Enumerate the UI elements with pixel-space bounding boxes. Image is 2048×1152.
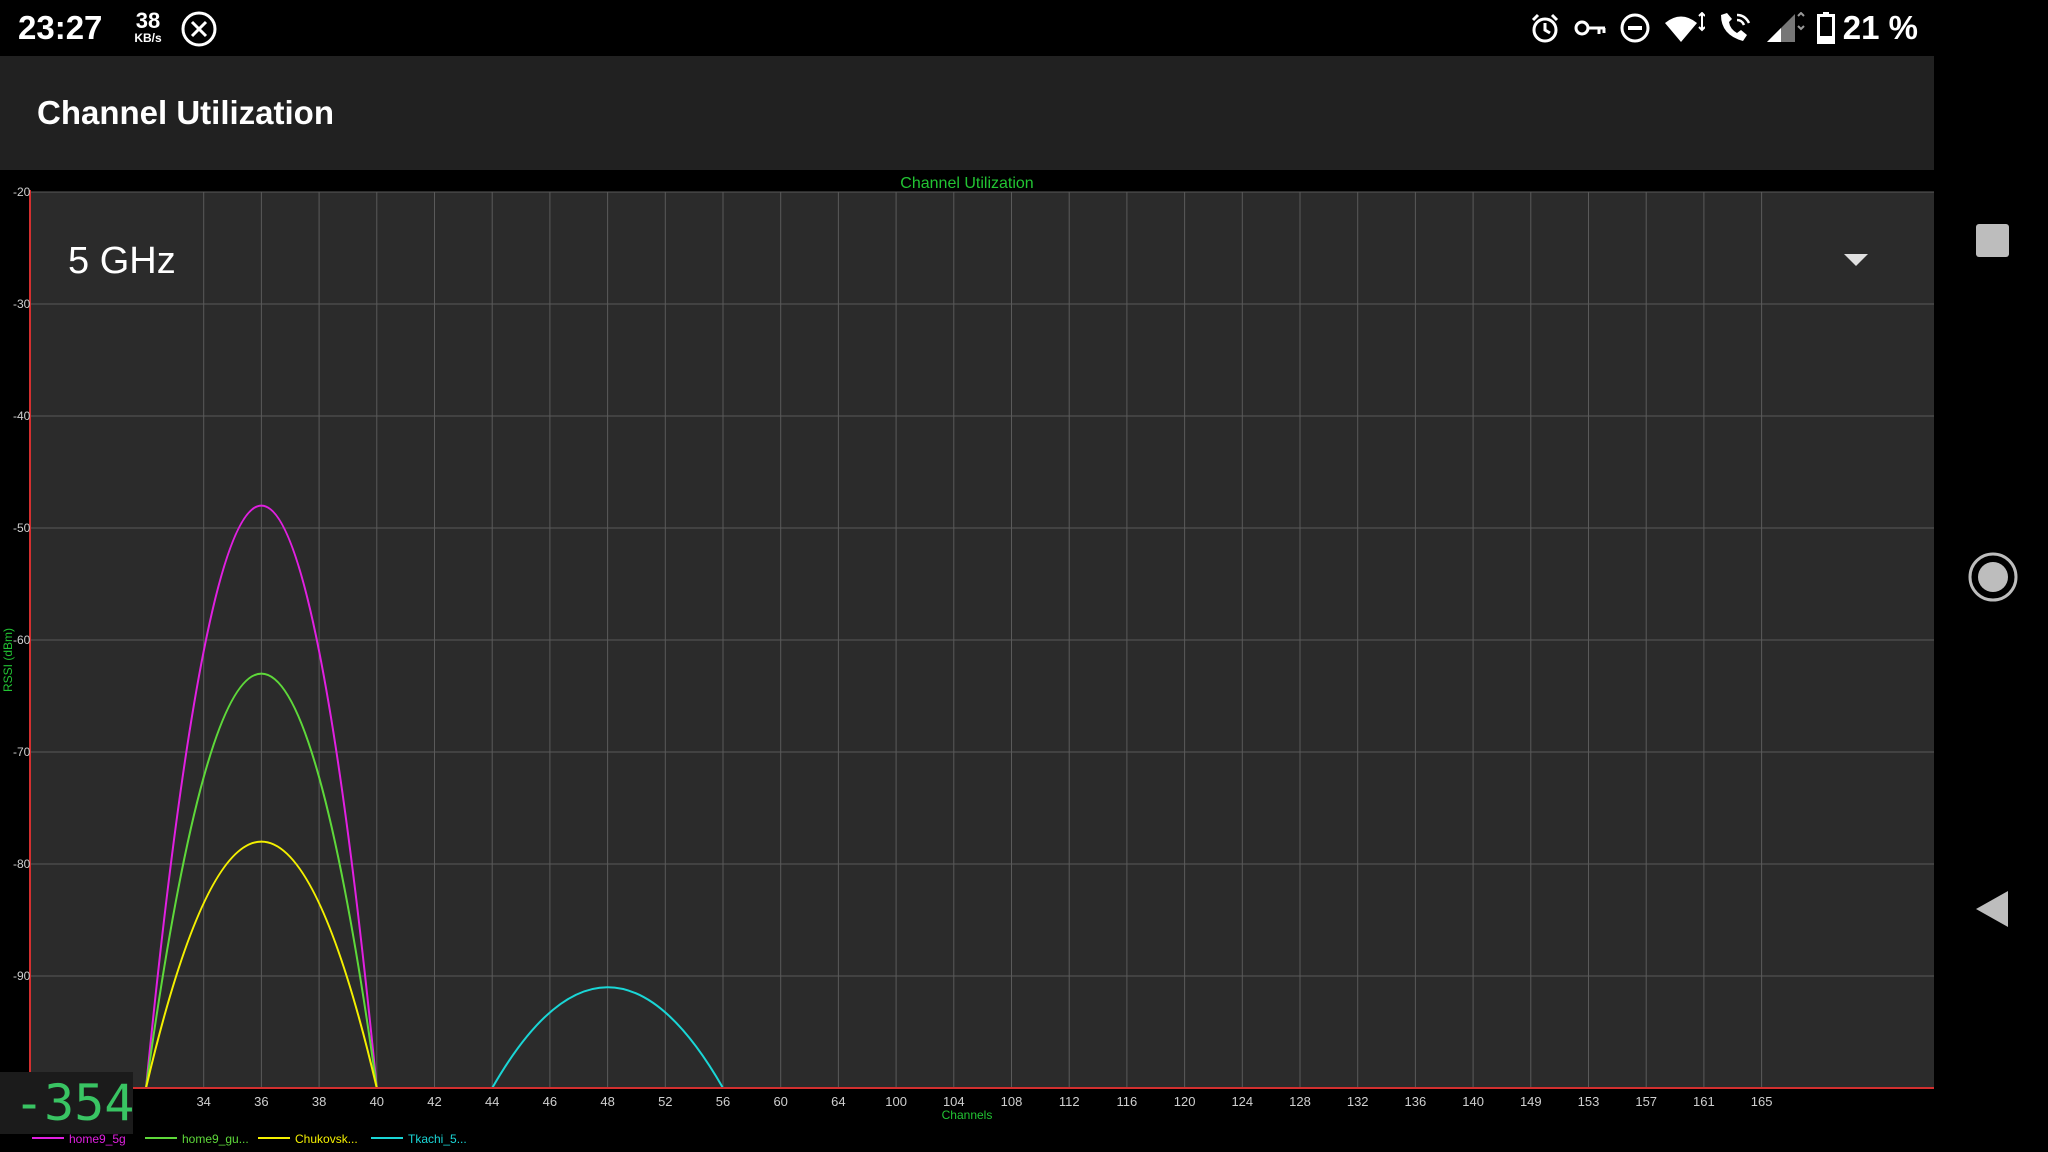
x-tick-label: 40 [370,1094,384,1109]
alarm-icon [1529,12,1561,44]
dropdown-arrow-icon[interactable] [1844,254,1868,273]
live-counter: -354 [14,1074,135,1132]
legend-label: Tkachi_5... [408,1132,467,1146]
page-title: Channel Utilization [37,94,334,131]
recents-square-icon[interactable] [1976,224,2009,257]
x-tick-label: 132 [1347,1094,1369,1109]
x-tick-label: 140 [1462,1094,1484,1109]
network-speed-unit: KB/s [134,31,162,45]
x-tick-label: 38 [312,1094,326,1109]
x-tick-label: 153 [1578,1094,1600,1109]
x-tick-label: 46 [543,1094,557,1109]
y-tick-label: -20 [13,185,31,199]
x-tick-label: 108 [1001,1094,1023,1109]
x-tick-label: 34 [196,1094,210,1109]
x-tick-label: 60 [773,1094,787,1109]
legend-label: home9_5g [69,1132,126,1146]
x-tick-label: 149 [1520,1094,1542,1109]
x-tick-label: 42 [427,1094,441,1109]
y-tick-label: -90 [13,969,31,983]
wifi-icon [1663,12,1705,44]
navigation-bar [1934,0,2048,1152]
x-tick-label: 157 [1635,1094,1657,1109]
x-tick-label: 104 [943,1094,965,1109]
cell-signal-icon [1765,12,1805,44]
x-tick-label: 100 [885,1094,907,1109]
y-tick-label: -40 [13,409,31,423]
x-tick-label: 48 [600,1094,614,1109]
y-tick-label: -60 [13,633,31,647]
y-tick-label: -50 [13,521,31,535]
x-tick-label: 124 [1231,1094,1253,1109]
channel-graph: -20-30-40-50-60-70-80-90-100 34363840424… [0,170,1934,1152]
legend-label: Chukovsk... [295,1132,358,1146]
wifi-calling-icon [1717,11,1753,45]
legend: home9_5g home9_gu... Chukovsk... Tkachi_5..… [32,1132,467,1146]
channel-graph-svg: -20-30-40-50-60-70-80-90-100 34363840424… [1,175,1934,1146]
x-tick-label: 136 [1405,1094,1427,1109]
x-tick-labels: 34 36 38 40 42 44 46 48 52 56 60 64 100 104 108 112 116 1… [196,1094,1772,1109]
x-tick-label: 116 [1117,1094,1138,1109]
band-selector[interactable]: 5 GHz [32,216,1902,306]
x-tick-label: 128 [1289,1094,1311,1109]
legend-label: home9_gu... [182,1132,249,1146]
x-tick-label: 36 [254,1094,268,1109]
app-toolbar: Channel Utilization [0,56,1934,170]
battery-percent: 21 % [1842,9,1918,46]
y-tick-label: -70 [13,745,31,759]
y-axis-label: RSSI (dBm) [1,628,15,692]
network-speed: 38 KB/s [128,8,168,45]
chart-title: Channel Utilization [900,175,1033,192]
close-circle-icon [180,10,218,53]
home-circle-icon[interactable] [1967,551,2019,608]
x-tick-label: 52 [658,1094,672,1109]
x-axis-label: Channels [942,1108,993,1122]
status-bar: 23:27 38 KB/s 21 % [0,0,1934,56]
do-not-disturb-icon [1619,12,1651,44]
back-triangle-icon[interactable] [1974,889,2010,934]
x-tick-label: 161 [1693,1094,1715,1109]
network-speed-value: 38 [135,8,161,33]
y-tick-label: -30 [13,297,31,311]
band-selector-value: 5 GHz [68,240,176,282]
status-icons: 21 % [1529,8,1918,48]
x-tick-label: 165 [1751,1094,1773,1109]
vpn-key-icon [1573,16,1607,40]
x-tick-label: 56 [716,1094,730,1109]
x-tick-label: 112 [1059,1094,1080,1109]
x-tick-label: 44 [485,1094,499,1109]
status-time: 23:27 [18,9,103,46]
x-tick-label: 120 [1174,1094,1196,1109]
x-tick-label: 64 [831,1094,845,1109]
y-tick-label: -80 [13,857,31,871]
battery-icon [1816,12,1835,44]
